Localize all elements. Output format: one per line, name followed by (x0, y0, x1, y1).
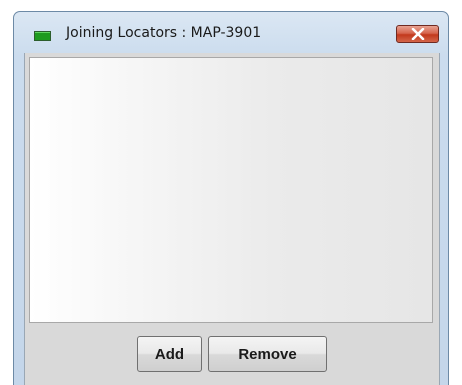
dialog-window: Joining Locators : MAP-3901 Add Remove (13, 11, 449, 385)
add-button[interactable]: Add (137, 336, 202, 372)
remove-button[interactable]: Remove (208, 336, 327, 372)
status-indicator-icon (34, 31, 51, 41)
locator-list[interactable] (29, 57, 433, 323)
window-title: Joining Locators : MAP-3901 (66, 25, 262, 41)
close-icon (411, 28, 424, 40)
title-bar[interactable]: Joining Locators : MAP-3901 (14, 12, 448, 52)
button-bar: Add Remove (25, 331, 439, 377)
close-button[interactable] (396, 25, 439, 43)
dialog-content: Add Remove (24, 53, 440, 385)
